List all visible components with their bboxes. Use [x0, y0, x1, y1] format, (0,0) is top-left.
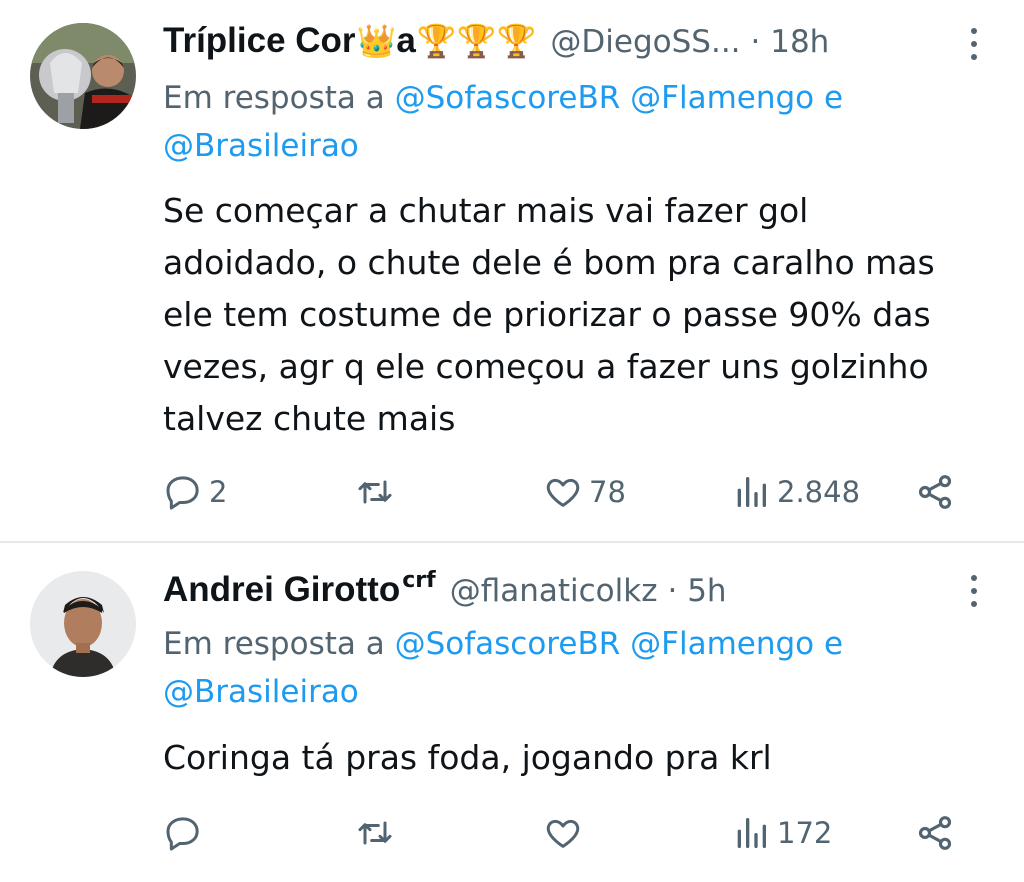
reply-context: Em resposta a @SofascoreBR @Flamengo e @…: [163, 620, 983, 716]
tweet-text: Se começar a chutar mais vai fazer gol a…: [163, 185, 1003, 445]
like-button[interactable]: [543, 811, 589, 855]
avatar[interactable]: [30, 23, 136, 129]
tweet-actions: 172: [163, 811, 963, 855]
share-icon: [918, 816, 952, 850]
reply-context: Em resposta a @SofascoreBR @Flamengo e @…: [163, 74, 983, 170]
share-button[interactable]: [915, 811, 955, 855]
tweet[interactable]: Tríplice Cor 👑 a 🏆🏆🏆 @DiegoSS... · 18h E…: [0, 0, 1024, 543]
retweet-icon: [358, 480, 392, 504]
reply-button[interactable]: 2: [163, 470, 227, 514]
reply-count: 2: [209, 475, 228, 509]
reply-and: e: [824, 626, 844, 662]
views-button[interactable]: 172: [731, 811, 832, 855]
retweet-button[interactable]: [355, 470, 401, 514]
mention-link[interactable]: @SofascoreBR: [395, 626, 621, 662]
like-count: 78: [589, 475, 626, 509]
share-icon: [918, 475, 952, 509]
reply-icon: [166, 817, 199, 851]
mention-link[interactable]: @Flamengo: [630, 80, 814, 116]
tweet-header: Andrei Girotto crf @flanaticolkz · 5h: [163, 568, 727, 616]
timestamp[interactable]: · 5h: [667, 573, 726, 609]
tweet-text-line: vezes, agr q ele começou a fazer uns gol…: [163, 347, 929, 386]
heart-icon: [546, 478, 580, 507]
reply-button[interactable]: [163, 811, 209, 855]
retweet-button[interactable]: [355, 811, 401, 855]
user-handle[interactable]: @flanaticolkz: [450, 573, 658, 609]
user-handle[interactable]: @DiegoSS...: [550, 24, 740, 60]
tweet-text-line: Coringa tá pras foda, jogando pra krl: [163, 738, 772, 777]
reply-prefix: Em resposta a: [163, 80, 385, 116]
more-vertical-icon[interactable]: [970, 575, 978, 607]
tweet-text-line: Se começar a chutar mais vai fazer gol: [163, 191, 809, 230]
name-badge: crf: [402, 568, 436, 593]
views-icon: [737, 818, 766, 848]
timestamp[interactable]: · 18h: [751, 24, 830, 60]
tweet[interactable]: Andrei Girotto crf @flanaticolkz · 5h Em…: [0, 543, 1024, 882]
tweet-text-line: ele tem costume de priorizar o passe 90%…: [163, 295, 931, 334]
like-button[interactable]: 78: [543, 470, 626, 514]
tweet-text-line: talvez chute mais: [163, 399, 456, 438]
retweet-icon: [358, 821, 392, 845]
trophy-emojis: 🏆🏆🏆: [416, 22, 537, 60]
avatar[interactable]: [30, 571, 136, 677]
heart-icon: [546, 819, 580, 848]
tweet-actions: 2 78 2.848: [163, 470, 963, 514]
crown-emoji: 👑: [356, 22, 397, 60]
reply-and: e: [824, 80, 844, 116]
display-name-suffix[interactable]: a: [396, 21, 415, 61]
display-name[interactable]: Tríplice Cor: [163, 21, 356, 61]
view-count: 172: [777, 816, 833, 850]
share-button[interactable]: [915, 470, 955, 514]
views-icon: [737, 477, 766, 507]
more-vertical-icon[interactable]: [970, 28, 978, 60]
display-name[interactable]: Andrei Girotto: [163, 570, 400, 610]
tweet-text: Coringa tá pras foda, jogando pra krl: [163, 732, 1003, 784]
view-count: 2.848: [777, 475, 861, 509]
mention-link[interactable]: @Flamengo: [630, 626, 814, 662]
mention-link[interactable]: @Brasileirao: [163, 674, 359, 710]
reply-icon: [166, 476, 199, 510]
tweet-text-line: adoidado, o chute dele é bom pra caralho…: [163, 243, 935, 282]
tweet-header: Tríplice Cor 👑 a 🏆🏆🏆 @DiegoSS... · 18h: [163, 21, 829, 67]
mention-link[interactable]: @SofascoreBR: [395, 80, 621, 116]
views-button[interactable]: 2.848: [731, 470, 860, 514]
mention-link[interactable]: @Brasileirao: [163, 128, 359, 164]
reply-prefix: Em resposta a: [163, 626, 385, 662]
